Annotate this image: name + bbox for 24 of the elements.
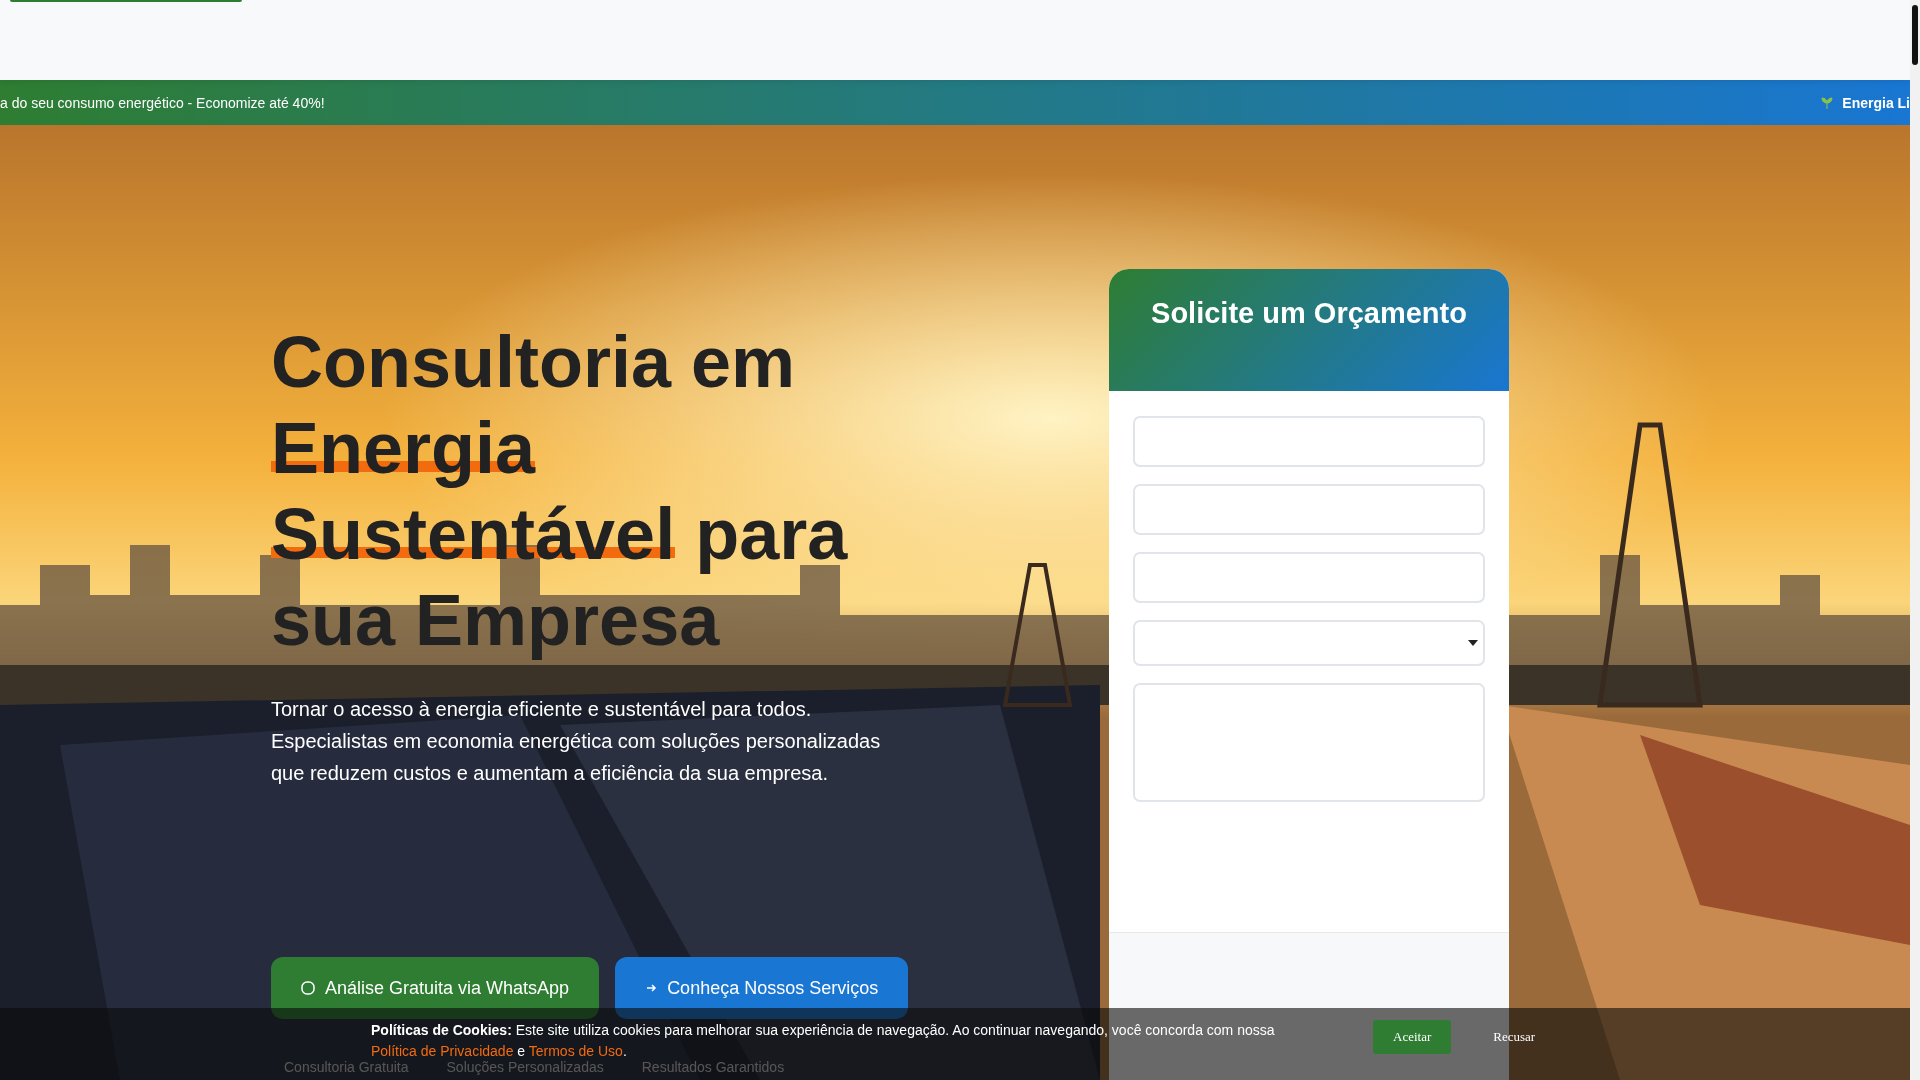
accept-button[interactable]: Aceitar	[1373, 1020, 1452, 1054]
input-field[interactable]	[1133, 484, 1485, 535]
privacy-link[interactable]: Política de Privacidade	[371, 1043, 514, 1059]
hero-description: Tornar o acesso à energia eficiente e sustentável para todos. Especialistas em economia energética com soluções personalizadas que reduzem custos e aumentam a eficiência da sua empresa.	[271, 697, 882, 786]
select-field[interactable]	[1133, 620, 1485, 666]
ticker-text: Energia Li	[1842, 94, 1910, 111]
message-field[interactable]	[1133, 683, 1485, 802]
input-field[interactable]	[1133, 416, 1485, 467]
hero-title: Consultoria em Energia Sustentável para sua Empresa	[271, 321, 849, 662]
input-field[interactable]	[1133, 552, 1485, 603]
feature-label: Consultoria Gratuita	[284, 1059, 409, 1075]
whatsapp-button[interactable]: Análise Gratuita via WhatsApp	[271, 957, 600, 1019]
leaf-icon	[1820, 95, 1835, 110]
services-button[interactable]: Conheça Nossos Serviços	[615, 957, 909, 1019]
cookie-notice: Políticas de Cookies: Este site utiliza cookies para melhorar sua experiência de navegação. Ao continuar navegando, você concorda com nossa Política de Privacidade e Termos de Uso.	[371, 1021, 1276, 1061]
scrollbar[interactable]	[1910, 0, 1920, 1080]
ticker-text: a do seu consumo energético - Economize até 40%!	[0, 94, 325, 111]
decline-button[interactable]: Recusar	[1473, 1020, 1556, 1054]
feature-label: Resultados Garantidos	[641, 1059, 785, 1075]
form-title: Solicite um Orçamento	[1151, 297, 1467, 331]
terms-link[interactable]: Termos de Uso	[528, 1043, 623, 1059]
caret-icon	[1467, 639, 1479, 647]
chat-icon	[301, 980, 315, 996]
feature-label: Soluções Personalizadas	[446, 1059, 604, 1075]
